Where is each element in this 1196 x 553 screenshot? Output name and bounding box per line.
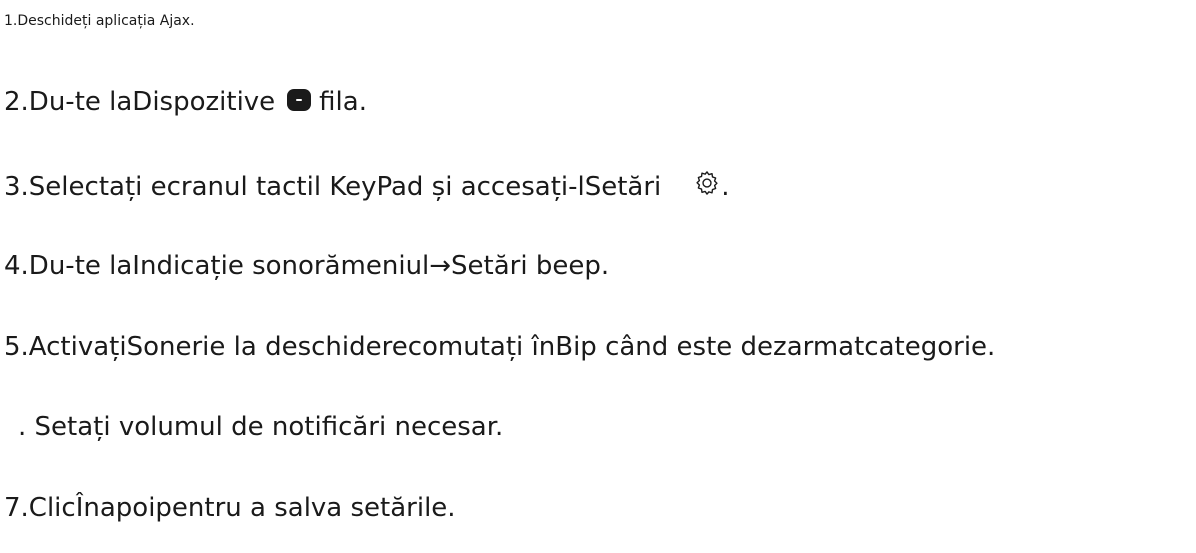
step-1: 1.Deschideți aplicația Ajax. — [4, 12, 195, 30]
step-3-suffix: . — [721, 172, 730, 202]
step-4: 4.Du-te laIndicație sonorămeniul→Setări … — [4, 250, 609, 282]
step-2-text: 2.Du-te laDispozitive — [4, 87, 276, 117]
devices-tab-icon — [287, 89, 312, 111]
step-3: 3.Selectați ecranul tactil KeyPad și acc… — [4, 169, 730, 203]
step-1-text: 1.Deschideți aplicația Ajax. — [4, 13, 195, 29]
step-3-text: 3.Selectați ecranul tactil KeyPad și acc… — [4, 172, 662, 202]
step-2: 2.Du-te laDispozitive fila. — [4, 86, 367, 118]
step-2-suffix: fila. — [319, 87, 367, 117]
instructions-document: 1.Deschideți aplicația Ajax. 2.Du-te laD… — [0, 0, 1196, 553]
step-5: 5.ActivațiSonerie la deschiderecomutați … — [4, 331, 995, 363]
step-7-text: 7.ClicÎnapoipentru a salva setările. — [4, 493, 456, 523]
step-7: 7.ClicÎnapoipentru a salva setările. — [4, 492, 456, 524]
step-6-text: . Setați volumul de notificări necesar. — [18, 412, 504, 442]
gear-icon — [696, 171, 718, 195]
step-4-text: 4.Du-te laIndicație sonorămeniul→Setări … — [4, 251, 610, 281]
step-6: . Setați volumul de notificări necesar. — [18, 411, 503, 443]
step-5-text: 5.ActivațiSonerie la deschiderecomutați … — [4, 332, 996, 362]
